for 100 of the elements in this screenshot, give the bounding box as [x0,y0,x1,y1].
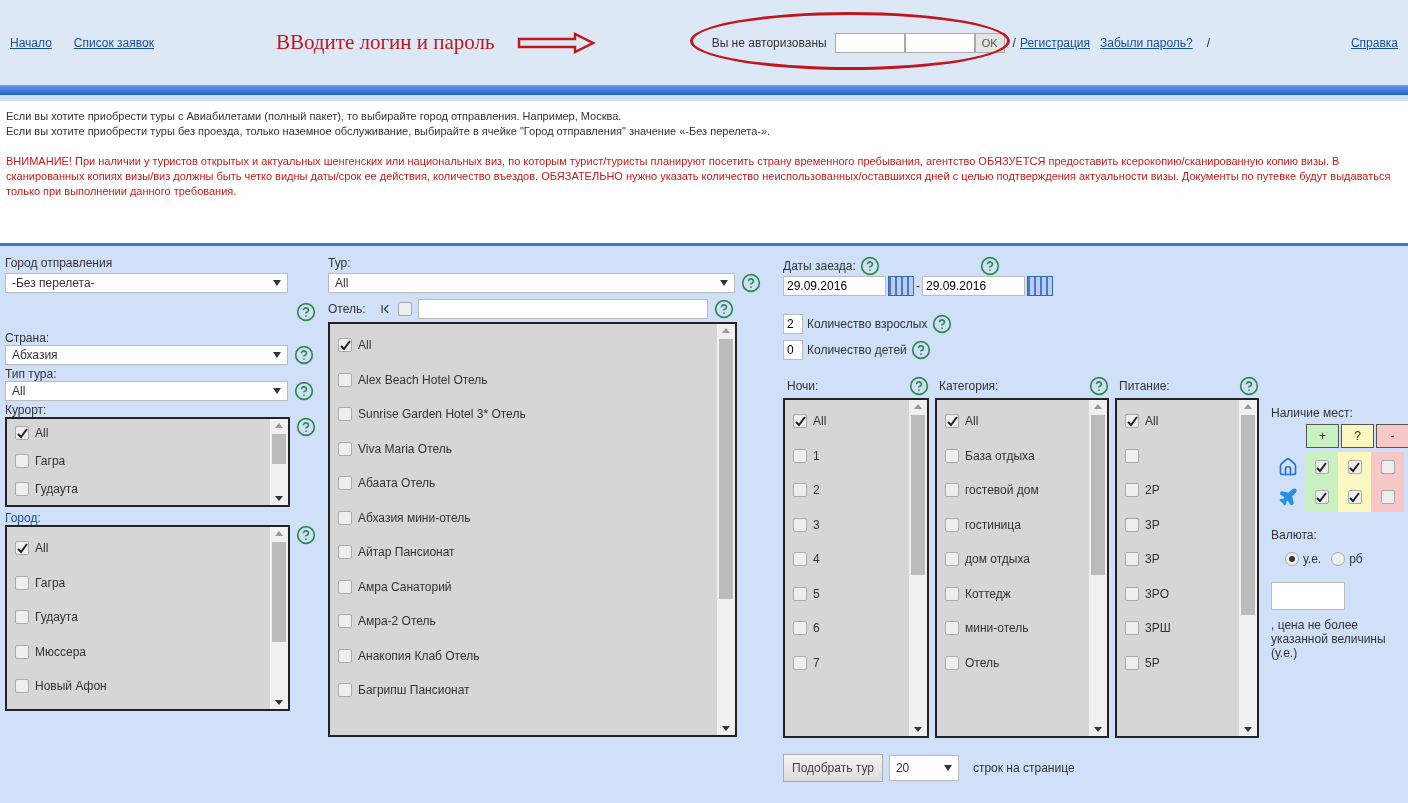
annotation-text: ВВодите логин и пароль [275,30,495,55]
option-label: мини-отель [965,621,1029,636]
option-label: 4 [813,552,820,567]
nav-link[interactable]: Справка [1350,35,1398,50]
help-icon[interactable] [931,314,952,334]
checkbox[interactable] [1125,414,1139,429]
checkbox[interactable] [15,644,29,659]
ok-button[interactable]: OK [974,32,1005,53]
help-icon[interactable] [296,525,316,545]
nav-link[interactable]: Список заявок [73,35,154,50]
country-select[interactable]: Абхазия [5,345,288,365]
checkbox[interactable] [793,621,807,636]
checkbox[interactable] [15,541,29,556]
checkbox[interactable] [1125,552,1139,567]
checkbox[interactable] [338,441,352,456]
checkbox[interactable] [945,586,959,601]
checkbox[interactable] [338,614,352,629]
checkbox[interactable] [338,338,352,353]
help-icon[interactable] [859,256,880,276]
checkbox[interactable] [793,655,807,670]
nav-link[interactable]: Забыли пароль? [1100,35,1193,50]
date-field[interactable]: 29.09.2016 [922,276,1025,296]
checkbox[interactable] [945,448,959,463]
checkbox[interactable] [15,679,29,694]
checkbox[interactable] [793,552,807,567]
checkbox[interactable] [793,586,807,601]
password-field[interactable] [904,32,975,53]
checkbox[interactable] [338,579,352,594]
checkbox[interactable] [1125,483,1139,498]
help-icon[interactable] [909,376,929,396]
checkbox[interactable] [1347,460,1362,474]
scrollbar[interactable] [270,527,288,709]
nav-link[interactable]: Начало [10,35,52,50]
checkbox[interactable] [338,476,352,491]
calendar-icon[interactable] [888,276,914,296]
checkbox[interactable] [15,610,29,625]
checkbox[interactable] [338,372,352,387]
help-icon[interactable] [741,273,761,293]
help-icon[interactable] [910,340,931,360]
option-label: 3P [1145,552,1160,567]
checkbox[interactable] [1125,621,1139,636]
checkbox[interactable] [1125,448,1139,463]
checkbox[interactable] [338,648,352,663]
radio-button[interactable] [1331,552,1346,566]
hotel-search-field[interactable] [417,299,708,319]
help-icon[interactable] [979,256,1000,276]
checkbox[interactable] [945,483,959,498]
checkbox[interactable] [1347,490,1362,504]
checkbox[interactable] [15,454,29,468]
checkbox[interactable] [397,302,412,316]
checkbox[interactable] [1125,655,1139,670]
checkbox[interactable] [1314,460,1329,474]
checkbox[interactable] [793,517,807,532]
checkbox[interactable] [15,482,29,496]
checkbox[interactable] [1380,460,1395,474]
scrollbar[interactable] [909,400,927,736]
checkbox[interactable] [793,448,807,463]
help-icon[interactable] [296,302,316,322]
checkbox[interactable] [15,426,29,440]
scrollbar[interactable] [1089,400,1107,736]
date-field[interactable]: 29.09.2016 [783,276,886,296]
checkbox[interactable] [945,414,959,429]
checkbox[interactable] [1314,490,1329,504]
checkbox[interactable] [1380,490,1395,504]
help-icon[interactable] [1089,376,1109,396]
departure-select[interactable]: -Без перелета- [5,273,288,293]
search-tour-button[interactable]: Подобрать тур [783,754,883,782]
calendar-icon[interactable] [1027,276,1053,296]
help-icon[interactable] [294,345,314,365]
option-label: Sunrise Garden Hotel 3* Отель [358,407,526,422]
adults-field[interactable]: 2 [783,314,803,334]
radio-button[interactable] [1285,552,1299,566]
checkbox[interactable] [945,517,959,532]
help-icon[interactable] [296,417,316,437]
tour-type-select[interactable]: All [5,381,288,401]
checkbox[interactable] [945,621,959,636]
scrollbar[interactable] [717,324,735,735]
checkbox[interactable] [1125,586,1139,601]
checkbox[interactable] [338,683,352,698]
scrollbar[interactable] [1239,400,1257,736]
checkbox[interactable] [15,575,29,590]
option-label: Alex Beach Hotel Отель [358,372,488,387]
help-icon[interactable] [1239,376,1259,396]
rows-per-page-select[interactable]: 20 [888,755,959,781]
checkbox[interactable] [793,483,807,498]
checkbox[interactable] [338,545,352,560]
price-field[interactable] [1271,582,1345,610]
tour-select[interactable]: All [328,273,735,293]
children-field[interactable]: 0 [783,340,803,360]
checkbox[interactable] [338,407,352,422]
scrollbar[interactable] [270,419,288,505]
help-icon[interactable] [294,381,314,401]
login-field[interactable] [834,32,905,53]
checkbox[interactable] [945,552,959,567]
checkbox[interactable] [945,655,959,670]
nav-link[interactable]: Регистрация [1019,35,1091,50]
checkbox[interactable] [793,414,807,429]
checkbox[interactable] [1125,517,1139,532]
help-icon[interactable] [713,299,734,319]
checkbox[interactable] [338,510,352,525]
